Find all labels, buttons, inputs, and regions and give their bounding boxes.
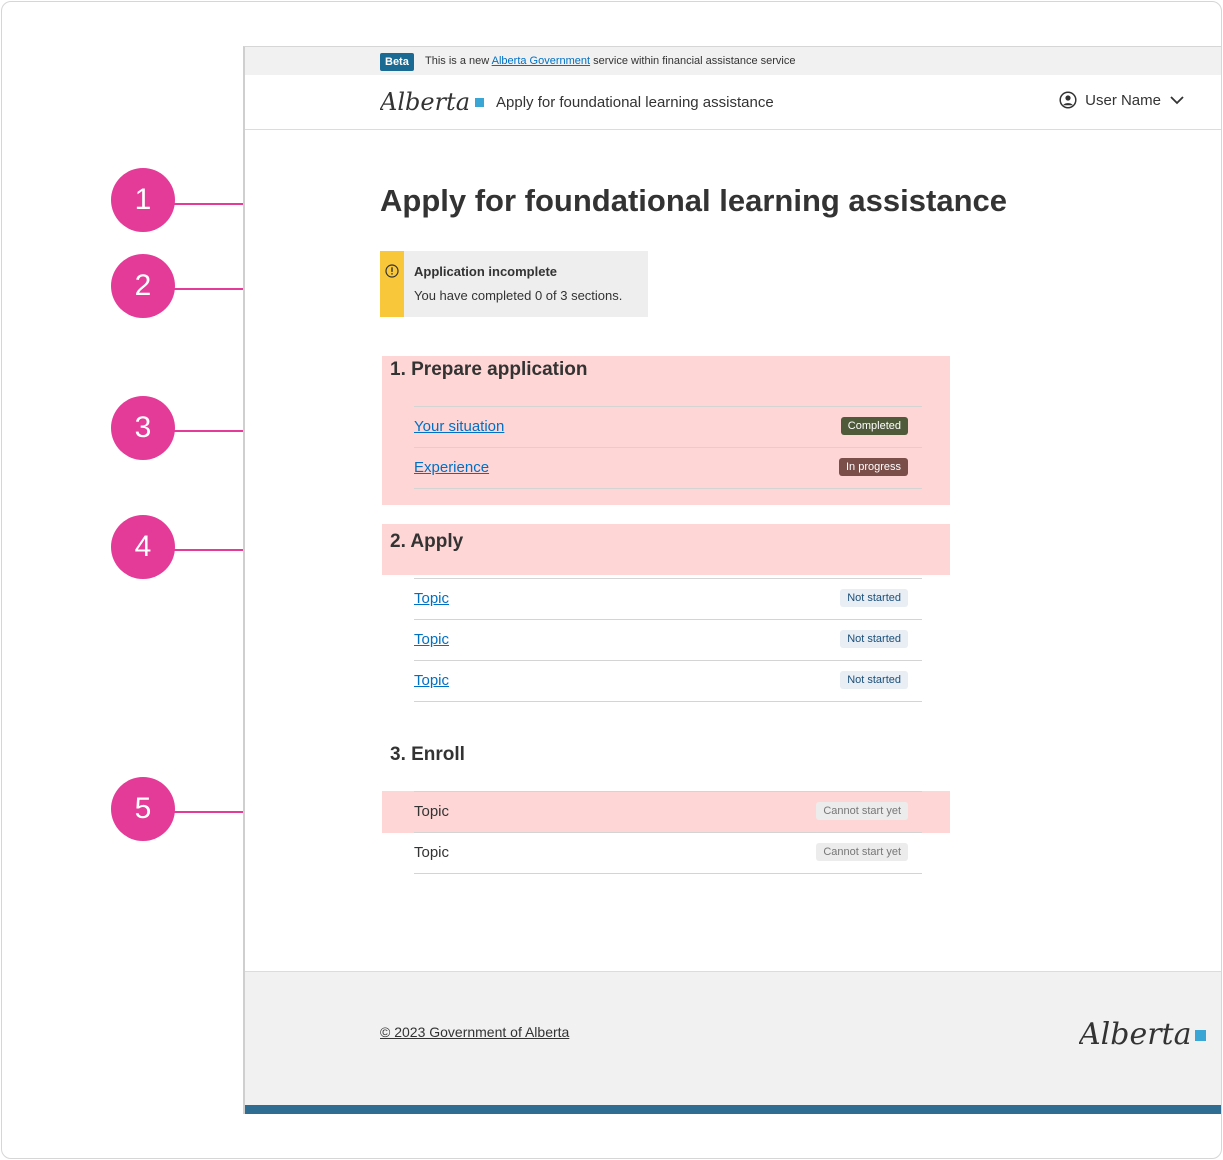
section-heading-apply: 2. Apply — [390, 531, 464, 552]
annotation-number: 1 — [134, 183, 152, 216]
section-heading-prepare-application: 1. Prepare application — [390, 359, 588, 380]
highlight-section-2-heading — [382, 524, 950, 575]
task-row: Topic Cannot start yet — [414, 832, 922, 874]
service-name[interactable]: Apply for foundational learning assistan… — [496, 94, 774, 111]
annotation-number: 5 — [134, 792, 152, 825]
callout-title: Application incomplete — [414, 264, 558, 279]
status-badge-not-started: Not started — [840, 630, 908, 648]
status-badge-cannot-start: Cannot start yet — [816, 843, 908, 861]
task-link-your-situation[interactable]: Your situation — [414, 418, 504, 435]
task-row: Experience In progress — [414, 447, 922, 489]
annotation-marker-2: 2 — [111, 254, 175, 318]
status-badge-completed: Completed — [840, 417, 908, 435]
footer-logo-wordmark: Alberta — [1079, 1017, 1192, 1052]
task-row: Topic Not started — [414, 619, 922, 660]
status-badge-cannot-start: Cannot start yet — [816, 802, 908, 820]
application-status-callout: Application incomplete You have complete… — [380, 251, 648, 317]
task-row: Topic Not started — [414, 660, 922, 702]
task-row: Your situation Completed — [414, 406, 922, 447]
task-row: Topic Cannot start yet — [414, 791, 922, 832]
user-menu[interactable]: User Name — [1059, 91, 1185, 109]
alberta-logo[interactable]: Alberta — [380, 85, 488, 119]
beta-banner: Beta This is a new Alberta Government se… — [245, 47, 1221, 75]
section-heading-enroll: 3. Enroll — [390, 744, 465, 765]
task-text-topic: Topic — [414, 844, 450, 861]
site-footer: © 2023 Government of Alberta Alberta — [245, 971, 1221, 1105]
warning-icon — [385, 264, 399, 278]
alberta-government-link[interactable]: Alberta Government — [492, 55, 590, 67]
user-name: User Name — [1085, 91, 1161, 109]
site-header: Alberta Apply for foundational learning … — [245, 75, 1221, 130]
annotation-marker-5: 5 — [111, 777, 175, 841]
account-circle-icon — [1059, 91, 1077, 109]
footer-accent-bar — [245, 1105, 1221, 1114]
task-link-topic[interactable]: Topic — [414, 590, 449, 607]
page-frame: Beta This is a new Alberta Government se… — [243, 46, 1221, 1114]
page-title: Apply for foundational learning assistan… — [380, 183, 1007, 218]
status-badge-not-started: Not started — [840, 671, 908, 689]
copyright-link[interactable]: © 2023 Government of Alberta — [380, 1024, 569, 1040]
beta-badge: Beta — [380, 53, 414, 71]
annotation-number: 3 — [134, 411, 152, 444]
task-link-topic[interactable]: Topic — [414, 631, 449, 648]
beta-text-before: This is a new — [425, 55, 492, 67]
task-link-topic[interactable]: Topic — [414, 672, 449, 689]
chevron-down-icon — [1170, 96, 1184, 105]
status-badge-not-started: Not started — [840, 589, 908, 607]
annotation-number: 2 — [134, 269, 152, 302]
callout-accent — [380, 251, 404, 317]
annotation-marker-4: 4 — [111, 515, 175, 579]
logo-wordmark: Alberta — [380, 88, 470, 116]
annotation-marker-1: 1 — [111, 168, 175, 232]
status-badge-in-progress: In progress — [838, 458, 908, 476]
beta-text: This is a new Alberta Government service… — [425, 55, 796, 67]
beta-text-after: service within financial assistance serv… — [590, 55, 796, 67]
alberta-footer-logo[interactable]: Alberta — [1079, 1012, 1209, 1054]
logo-flag — [475, 98, 484, 107]
footer-logo-flag — [1195, 1030, 1206, 1041]
task-row: Topic Not started — [414, 578, 922, 619]
annotation-marker-3: 3 — [111, 396, 175, 460]
callout-body: You have completed 0 of 3 sections. — [414, 288, 623, 303]
annotation-number: 4 — [134, 530, 152, 563]
canvas: 1 2 3 4 5 Beta This is a new Alberta Gov… — [1, 1, 1222, 1159]
task-link-experience[interactable]: Experience — [414, 459, 489, 476]
task-text-topic: Topic — [414, 803, 450, 820]
